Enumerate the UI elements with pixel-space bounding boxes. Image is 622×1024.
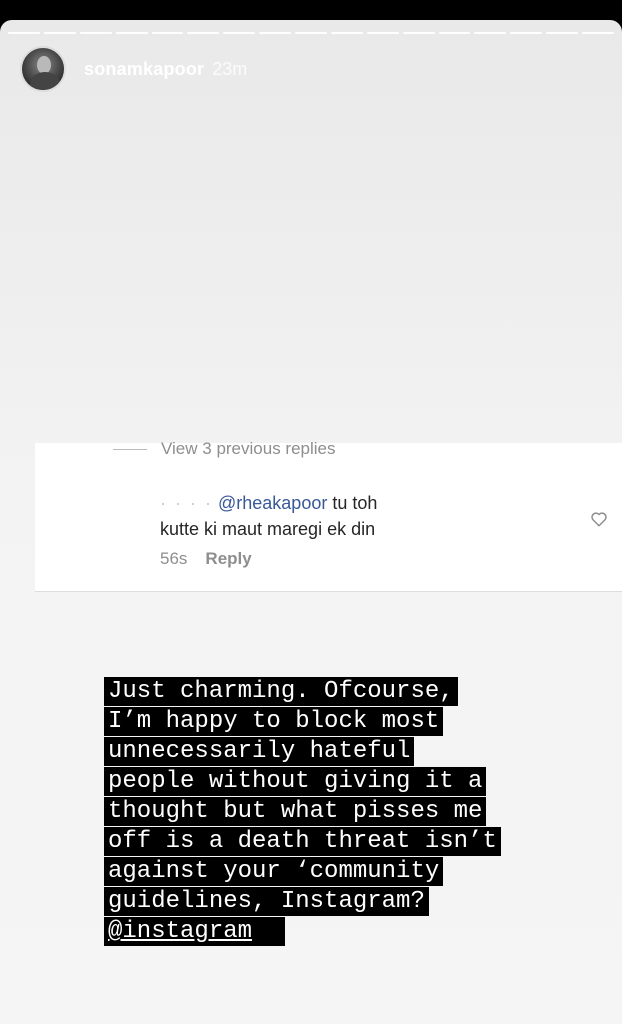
- story-progress-bar: [8, 32, 614, 34]
- story-view[interactable]: sonamkapoor 23m View 3 previous replies …: [0, 20, 622, 1024]
- progress-segment: [330, 32, 363, 34]
- comment-meta: 56s Reply: [160, 549, 252, 569]
- story-username[interactable]: sonamkapoor: [84, 59, 204, 80]
- caption-line: @instagram: [104, 917, 285, 946]
- progress-segment: [8, 32, 40, 34]
- progress-segment: [223, 32, 256, 34]
- story-timestamp: 23m: [212, 58, 248, 79]
- caption-line: I’m happy to block most: [104, 707, 444, 736]
- reply-comment-text: · · · · @rheakapoor tu toh kutte ki maut…: [160, 493, 378, 539]
- progress-segment: [295, 32, 327, 34]
- view-previous-replies: View 3 previous replies: [113, 439, 336, 459]
- progress-segment: [438, 32, 471, 34]
- progress-segment: [510, 32, 543, 34]
- progress-segment: [79, 32, 112, 34]
- caption-line: unnecessarily hateful: [104, 737, 415, 766]
- progress-segment: [366, 32, 399, 34]
- story-caption: Just charming. Ofcourse, I’m happy to blo…: [104, 677, 564, 947]
- caption-line: guidelines, Instagram?: [104, 887, 429, 916]
- caption-line: people without giving it a: [104, 767, 487, 796]
- comment-age: 56s: [160, 549, 188, 568]
- avatar[interactable]: [20, 46, 66, 92]
- comment-screenshot: View 3 previous replies · · · · @rheakap…: [35, 439, 622, 592]
- instagram-mention-link[interactable]: @instagram: [108, 918, 252, 945]
- progress-segment: [546, 32, 578, 34]
- caption-line: Just charming. Ofcourse,: [104, 677, 458, 706]
- caption-line: thought but what pisses me: [104, 797, 487, 826]
- caption-line: against your ‘community: [104, 857, 444, 886]
- blurred-username: · · · ·: [160, 493, 213, 513]
- caption-line: off is a death threat isn’t: [104, 827, 501, 856]
- progress-segment: [43, 32, 76, 34]
- story-header: sonamkapoor 23m: [20, 46, 247, 92]
- heart-icon: [591, 512, 607, 527]
- progress-segment: [259, 32, 291, 34]
- progress-segment: [187, 32, 220, 34]
- progress-segment: [582, 32, 614, 34]
- mention-link: @rheakapoor: [218, 493, 328, 513]
- progress-segment: [474, 32, 507, 34]
- progress-segment: [115, 32, 148, 34]
- progress-segment: [402, 32, 435, 34]
- progress-segment: [151, 32, 184, 34]
- reply-button: Reply: [205, 549, 252, 568]
